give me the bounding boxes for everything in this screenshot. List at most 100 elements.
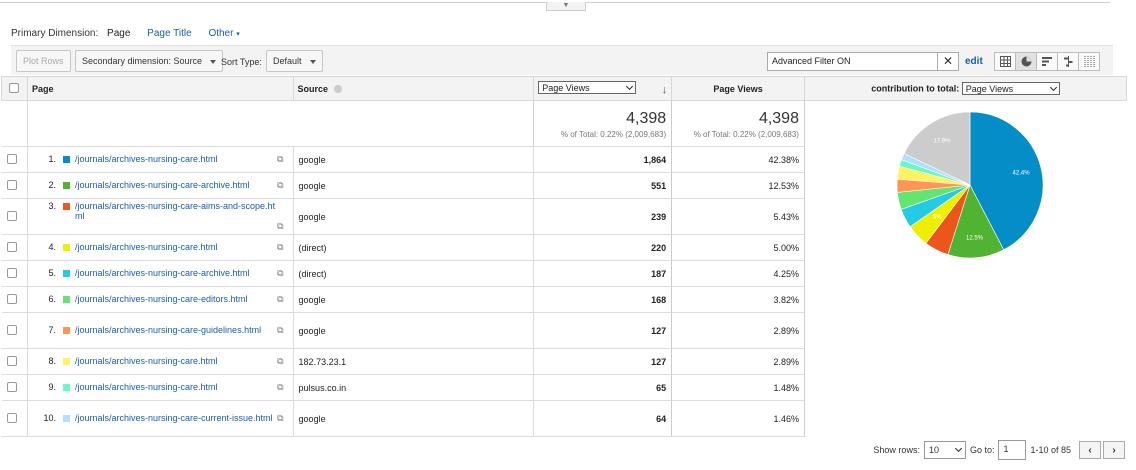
primary-dimension-current: Page — [107, 28, 131, 39]
advanced-filter-input[interactable]: Advanced Filter ON — [767, 52, 959, 71]
performance-view-icon[interactable] — [1036, 52, 1058, 71]
help-icon — [333, 85, 342, 94]
metric-value-cell: 64 — [533, 400, 672, 437]
page-link[interactable]: /journals/archives-nursing-care-archive.… — [75, 268, 250, 278]
open-page-icon[interactable]: ⧉ — [277, 294, 283, 305]
page-link[interactable]: /journals/archives-nursing-care.html — [75, 356, 218, 366]
color-swatch — [62, 156, 70, 163]
page-cell: 8. /journals/archives-nursing-care.html ⧉ — [27, 348, 294, 375]
sort-descending-icon[interactable]: ↓ — [662, 84, 668, 96]
page-cell: 9. /journals/archives-nursing-care.html ⧉ — [27, 374, 294, 401]
metric-select[interactable]: Page Views — [538, 81, 637, 94]
contribution-pie-chart: 42.4% 12.5% 5% 17.9% — [896, 111, 1044, 259]
metric-value-cell: 187 — [533, 260, 672, 287]
page-link[interactable]: /journals/archives-nursing-care-archive.… — [75, 180, 250, 190]
percent-cell: 4.25% — [671, 260, 805, 287]
page-cell: 4. /journals/archives-nursing-care.html ⧉ — [27, 234, 294, 261]
pie-view-icon[interactable] — [1015, 52, 1037, 71]
percent-cell: 12.53% — [671, 172, 805, 199]
pie-slice-label: 17.9% — [933, 139, 951, 145]
pie-slice-label: 5% — [933, 214, 942, 220]
row-number: 8. — [48, 356, 56, 366]
row-checkbox[interactable] — [6, 293, 17, 304]
comparison-view-icon[interactable] — [1057, 52, 1079, 71]
goto-input[interactable]: 1 — [998, 440, 1027, 460]
page-column-header[interactable]: Page — [26, 76, 294, 101]
pie-chart-cell: 42.4% 12.5% 5% 17.9% — [803, 100, 1127, 437]
row-checkbox[interactable] — [6, 153, 17, 164]
row-checkbox-cell — [1, 400, 28, 437]
page-link[interactable]: /journals/archives-nursing-care-editors.… — [75, 294, 248, 304]
primary-dimension-other-link[interactable]: Other ▾ — [208, 28, 239, 39]
secondary-dimension-dropdown[interactable]: Secondary dimension: Source — [75, 50, 224, 72]
totals-metric-cell: 4,398 % of Total: 0.22% (2,009,683) — [533, 100, 672, 147]
contribution-select[interactable]: Page Views — [961, 82, 1060, 95]
row-number: 3. — [48, 201, 56, 211]
edit-filter-link[interactable]: edit — [965, 56, 983, 67]
open-page-icon[interactable]: ⧉ — [277, 268, 283, 279]
show-rows-value: 10 — [928, 445, 939, 455]
open-page-icon[interactable]: ⧉ — [277, 221, 283, 232]
open-page-icon[interactable]: ⧉ — [277, 413, 283, 424]
show-rows-select[interactable]: 10 — [923, 441, 966, 459]
source-cell: (direct) — [293, 260, 535, 287]
row-checkbox-cell — [1, 146, 28, 173]
page-cell: 3. /journals/archives-nursing-care-aims-a… — [27, 198, 294, 235]
goto-label: Go to: — [969, 445, 995, 455]
page-link[interactable]: /journals/archives-nursing-care.html — [75, 242, 218, 252]
row-checkbox-cell — [1, 172, 28, 199]
page-views-column-header[interactable]: Page Views — [671, 76, 805, 101]
next-page-button[interactable]: › — [1103, 441, 1125, 459]
metric-value-cell: 239 — [533, 198, 672, 235]
row-checkbox[interactable] — [6, 324, 17, 335]
open-page-icon[interactable]: ⧉ — [277, 154, 283, 165]
plot-rows-button[interactable]: Plot Rows — [16, 50, 71, 72]
select-all-checkbox[interactable] — [9, 82, 20, 93]
source-cell: (direct) — [293, 234, 535, 261]
percent-cell: 2.89% — [671, 348, 805, 375]
open-page-icon[interactable]: ⧉ — [277, 356, 283, 367]
page-link[interactable]: /journals/archives-nursing-care-aims-and… — [75, 201, 280, 221]
clear-filter-icon[interactable]: ✕ — [937, 52, 959, 71]
page-link[interactable]: /journals/archives-nursing-care.html — [75, 154, 218, 164]
primary-dimension-bar: Primary Dimension: Page Page Title Other… — [11, 28, 254, 39]
page-cell: 1. /journals/archives-nursing-care.html ⧉ — [27, 146, 294, 173]
previous-page-button[interactable]: ‹ — [1079, 441, 1101, 459]
totals-label-cell — [27, 100, 534, 147]
metric-value-cell: 220 — [533, 234, 672, 261]
page-link[interactable]: /journals/archives-nursing-care-current-… — [75, 413, 273, 423]
pivot-view-icon[interactable] — [1078, 52, 1100, 71]
open-page-icon[interactable]: ⧉ — [277, 180, 283, 191]
row-checkbox[interactable] — [6, 241, 17, 252]
metric-column-header: Page Views ↓ — [533, 76, 673, 101]
open-page-icon[interactable]: ⧉ — [277, 325, 283, 336]
row-checkbox[interactable] — [6, 355, 17, 366]
page-link[interactable]: /journals/archives-nursing-care-guidelin… — [75, 325, 261, 335]
totals-blank-cell — [1, 100, 28, 147]
percent-cell: 3.82% — [671, 286, 805, 313]
metric-value-cell: 65 — [533, 374, 672, 401]
row-checkbox[interactable] — [6, 179, 17, 190]
row-checkbox[interactable] — [6, 381, 17, 392]
open-page-icon[interactable]: ⧉ — [277, 242, 283, 253]
row-checkbox[interactable] — [6, 267, 17, 278]
sort-type-dropdown[interactable]: Default — [266, 50, 323, 72]
page-link[interactable]: /journals/archives-nursing-care.html — [75, 382, 218, 392]
table-view-icon[interactable] — [994, 52, 1016, 71]
row-checkbox[interactable] — [6, 210, 17, 221]
secondary-dimension-label: Secondary dimension: Source — [82, 56, 203, 66]
row-checkbox-cell — [1, 286, 28, 313]
color-swatch — [62, 270, 70, 277]
page-cell: 6. /journals/archives-nursing-care-editor… — [27, 286, 294, 313]
source-cell: google — [293, 172, 535, 199]
source-column-header[interactable]: Source — [292, 76, 535, 101]
source-cell: pulsus.co.in — [293, 374, 535, 401]
row-checkbox[interactable] — [6, 412, 17, 423]
page-cell: 10. /journals/archives-nursing-care-curre… — [27, 400, 294, 437]
metric-value-cell: 168 — [533, 286, 672, 313]
total-page-views-value-2: 4,398 — [758, 110, 799, 127]
open-page-icon[interactable]: ⧉ — [277, 382, 283, 393]
caret-down-icon — [210, 59, 217, 64]
collapse-toggle[interactable]: ▼ — [546, 2, 586, 11]
primary-dimension-page-title-link[interactable]: Page Title — [147, 28, 191, 39]
